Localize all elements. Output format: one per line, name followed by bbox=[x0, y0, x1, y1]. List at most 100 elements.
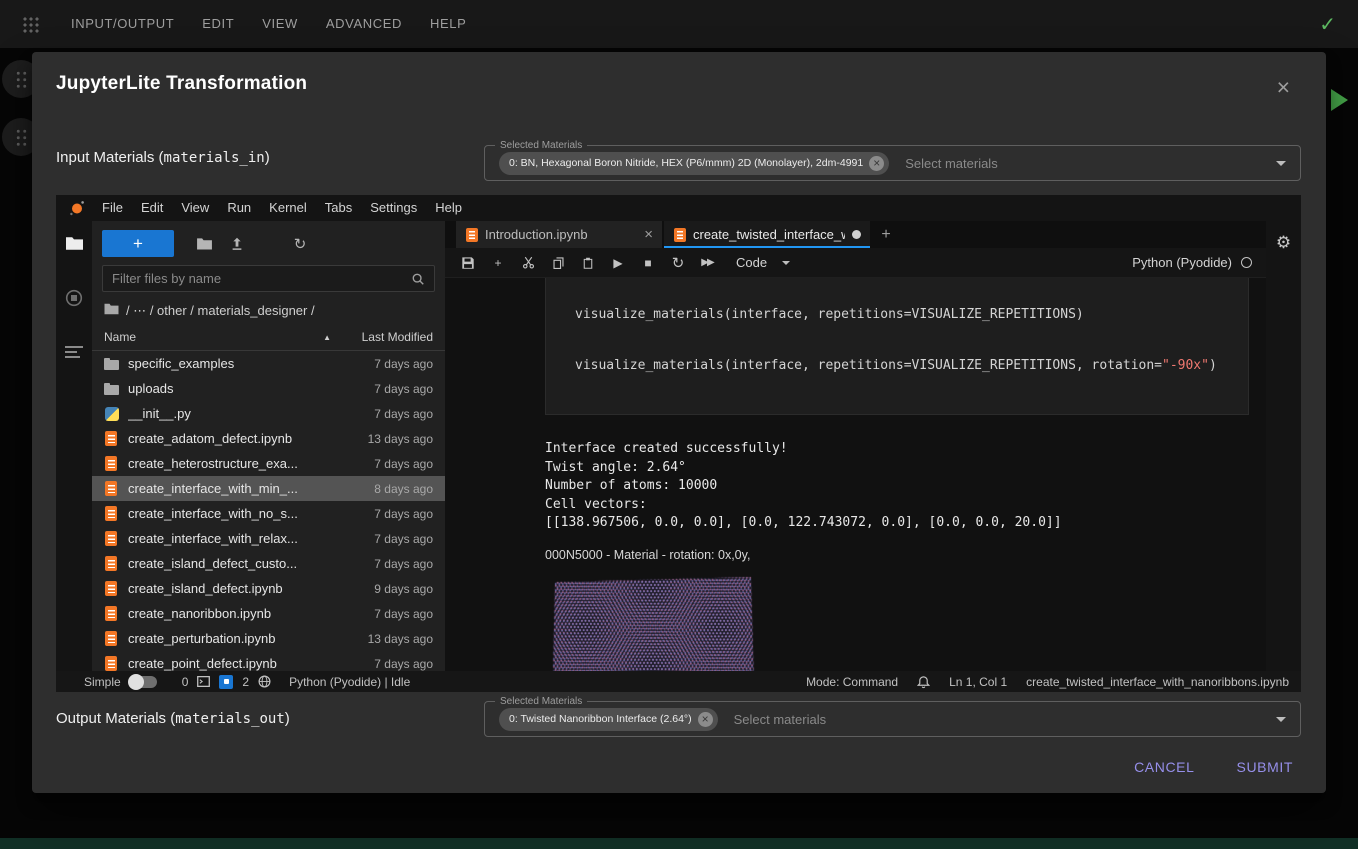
jupyter-menu-item[interactable]: Run bbox=[218, 195, 260, 221]
notebook-tabbar: Introduction.ipynb × create_twisted_inte… bbox=[445, 221, 1266, 248]
submit-button[interactable]: SUBMIT bbox=[1229, 751, 1302, 783]
file-name: create_interface_with_relax... bbox=[128, 531, 347, 546]
new-folder-icon[interactable] bbox=[192, 237, 216, 250]
file-row[interactable]: create_heterostructure_exa... 7 days ago bbox=[92, 451, 445, 476]
refresh-icon[interactable]: ↻ bbox=[288, 235, 312, 253]
kernel-indicator-icon bbox=[219, 675, 233, 689]
stop-kernel-icon[interactable]: ■ bbox=[634, 250, 662, 275]
app-menu-item[interactable]: HELP bbox=[416, 0, 480, 48]
file-row[interactable]: create_interface_with_min_... 8 days ago bbox=[92, 476, 445, 501]
apps-grid-icon[interactable] bbox=[22, 16, 39, 33]
notebook-content[interactable]: visualize_materials(interface, repetitio… bbox=[445, 278, 1266, 671]
file-modified-date: 7 days ago bbox=[347, 357, 433, 371]
label-code: materials_in bbox=[164, 150, 265, 166]
jupyter-menu-item[interactable]: Tabs bbox=[316, 195, 361, 221]
kernel-name: Python (Pyodide) bbox=[1132, 255, 1232, 270]
file-row[interactable]: create_nanoribbon.ipynb 7 days ago bbox=[92, 601, 445, 626]
file-type-icon bbox=[104, 581, 121, 597]
output-line: Interface created successfully! bbox=[545, 440, 1249, 459]
cut-cell-icon[interactable] bbox=[514, 250, 542, 275]
app-menu-item[interactable]: VIEW bbox=[248, 0, 312, 48]
file-row[interactable]: create_island_defect_custo... 7 days ago bbox=[92, 551, 445, 576]
notebook-area: Introduction.ipynb × create_twisted_inte… bbox=[445, 221, 1266, 671]
file-row[interactable]: create_point_defect.ipynb 7 days ago bbox=[92, 651, 445, 671]
input-materials-select[interactable]: Selected Materials 0: BN, Hexagonal Boro… bbox=[484, 145, 1301, 181]
file-row[interactable]: create_perturbation.ipynb 13 days ago bbox=[92, 626, 445, 651]
app-menu-item[interactable]: ADVANCED bbox=[312, 0, 416, 48]
copy-cell-icon[interactable] bbox=[544, 250, 572, 275]
file-name: create_interface_with_min_... bbox=[128, 481, 347, 496]
app-menu-item[interactable]: INPUT/OUTPUT bbox=[57, 0, 188, 48]
restart-kernel-icon[interactable]: ↻ bbox=[664, 250, 692, 275]
filter-files-box[interactable] bbox=[102, 265, 435, 292]
notebook-tab[interactable]: create_twisted_interface_w × bbox=[664, 221, 872, 248]
file-name: create_perturbation.ipynb bbox=[128, 631, 347, 646]
code-cell[interactable]: visualize_materials(interface, repetitio… bbox=[545, 278, 1249, 415]
cell-type-dropdown[interactable]: Code bbox=[736, 255, 790, 270]
material-chip[interactable]: 0: BN, Hexagonal Boron Nitride, HEX (P6/… bbox=[499, 152, 889, 175]
upload-icon[interactable] bbox=[225, 237, 249, 251]
table-of-contents-tab-icon[interactable] bbox=[65, 345, 83, 359]
simple-mode-label: Simple bbox=[84, 675, 121, 689]
filter-files-input[interactable] bbox=[112, 271, 405, 286]
kernel-status-text[interactable]: Python (Pyodide) | Idle bbox=[289, 675, 410, 689]
code-line: visualize_materials(interface, repetitio… bbox=[575, 306, 1238, 323]
file-modified-date: 13 days ago bbox=[347, 632, 433, 646]
save-notebook-icon[interactable] bbox=[454, 250, 482, 275]
code-line: visualize_materials(interface, repetitio… bbox=[575, 357, 1238, 374]
file-browser-tab-icon[interactable] bbox=[65, 236, 84, 251]
check-icon[interactable]: ✓ bbox=[1319, 12, 1336, 37]
cursor-position[interactable]: Ln 1, Col 1 bbox=[949, 675, 1007, 689]
chip-delete-icon[interactable]: × bbox=[869, 156, 884, 171]
toggle-knob bbox=[128, 674, 144, 690]
kernel-indicator[interactable]: Python (Pyodide) bbox=[1132, 255, 1257, 270]
file-row[interactable]: create_interface_with_no_s... 7 days ago bbox=[92, 501, 445, 526]
chip-delete-icon[interactable]: × bbox=[698, 712, 713, 727]
jupyter-menu-item[interactable]: Edit bbox=[132, 195, 172, 221]
close-icon[interactable]: × bbox=[1277, 76, 1290, 99]
file-row[interactable]: create_adatom_defect.ipynb 13 days ago bbox=[92, 426, 445, 451]
label-close: ) bbox=[265, 149, 270, 166]
paste-cell-icon[interactable] bbox=[574, 250, 602, 275]
kernels-count[interactable]: 2 bbox=[242, 675, 249, 689]
running-sessions-tab-icon[interactable] bbox=[65, 289, 83, 307]
jupyter-menu-item[interactable]: File bbox=[93, 195, 132, 221]
breadcrumb-path[interactable]: / ⋯ / other / materials_designer / bbox=[126, 303, 315, 319]
cancel-button[interactable]: CANCEL bbox=[1126, 751, 1202, 783]
simple-mode-toggle[interactable] bbox=[130, 676, 157, 688]
dropdown-caret-icon[interactable] bbox=[1276, 161, 1286, 166]
drag-dots-icon bbox=[15, 70, 28, 89]
new-launcher-button[interactable]: + bbox=[102, 230, 174, 257]
file-row[interactable]: uploads 7 days ago bbox=[92, 376, 445, 401]
expand-arrow-icon[interactable] bbox=[1331, 89, 1348, 111]
bell-icon[interactable] bbox=[917, 675, 930, 689]
tab-close-icon[interactable]: × bbox=[644, 226, 653, 243]
restart-run-all-icon[interactable]: ▶▶ bbox=[694, 250, 722, 275]
jupyter-menu-item[interactable]: Settings bbox=[361, 195, 426, 221]
jupyter-menu-item[interactable]: Kernel bbox=[260, 195, 316, 221]
sort-by-name-header[interactable]: Name▲ bbox=[104, 330, 347, 344]
notebook-tab[interactable]: Introduction.ipynb × bbox=[456, 221, 664, 248]
file-row[interactable]: create_interface_with_relax... 7 days ag… bbox=[92, 526, 445, 551]
file-name: create_interface_with_no_s... bbox=[128, 506, 347, 521]
sort-by-modified-header[interactable]: Last Modified bbox=[347, 330, 433, 344]
material-chip[interactable]: 0: Twisted Nanoribbon Interface (2.64°) … bbox=[499, 708, 718, 731]
property-inspector-gear-icon[interactable]: ⚙ bbox=[1276, 233, 1291, 253]
home-folder-icon[interactable] bbox=[104, 303, 119, 318]
app-menu-item[interactable]: EDIT bbox=[188, 0, 248, 48]
name-column-label: Name bbox=[104, 330, 136, 344]
breadcrumb[interactable]: / ⋯ / other / materials_designer / bbox=[104, 302, 433, 319]
jupyter-menu-item[interactable]: View bbox=[172, 195, 218, 221]
file-browser-panel: + ↻ bbox=[92, 221, 445, 671]
drag-dots-icon bbox=[15, 128, 28, 147]
file-row[interactable]: __init__.py 7 days ago bbox=[92, 401, 445, 426]
jupyter-menu-item[interactable]: Help bbox=[426, 195, 471, 221]
file-row[interactable]: specific_examples 7 days ago bbox=[92, 351, 445, 376]
output-materials-select[interactable]: Selected Materials 0: Twisted Nanoribbon… bbox=[484, 701, 1301, 737]
dropdown-caret-icon[interactable] bbox=[1276, 717, 1286, 722]
file-row[interactable]: create_island_defect.ipynb 9 days ago bbox=[92, 576, 445, 601]
insert-cell-icon[interactable]: + bbox=[484, 250, 512, 275]
terminals-count[interactable]: 0 bbox=[182, 675, 189, 689]
run-cell-icon[interactable]: ▶ bbox=[604, 250, 632, 275]
new-tab-button[interactable]: + bbox=[872, 221, 900, 248]
